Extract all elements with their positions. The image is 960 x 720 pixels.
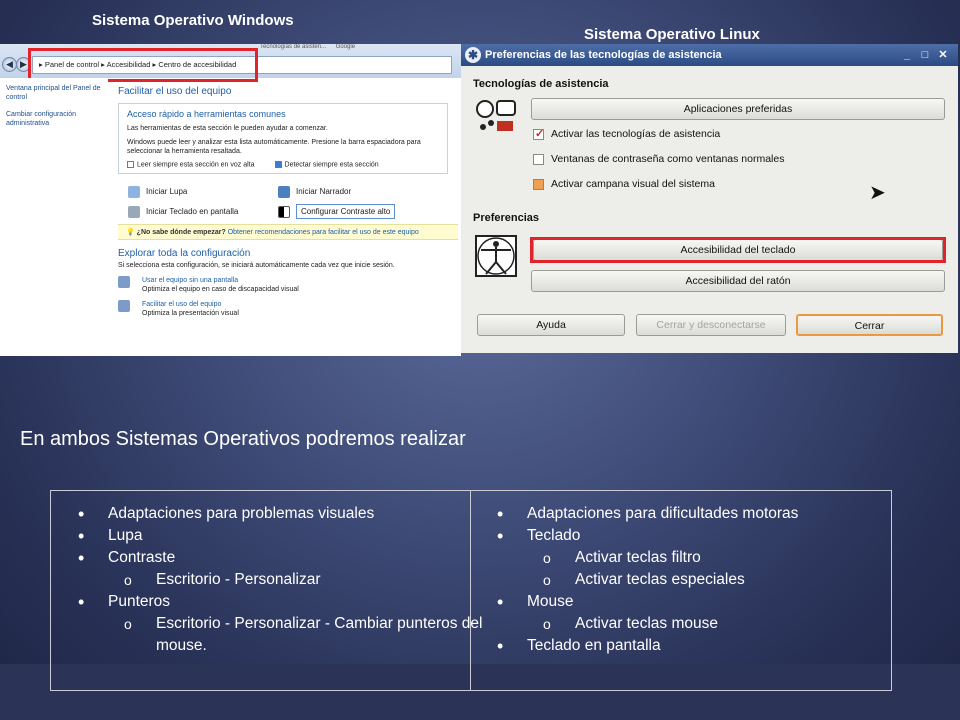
list-item: • Mouse o Activar teclas mouse (471, 591, 891, 635)
caption-windows: Sistema Operativo Windows (92, 12, 294, 29)
list-item: • Contraste o Escritorio - Personalizar (51, 547, 470, 591)
hint-bar: 💡 ¿No sabe dónde empezar? Obtener recome… (118, 224, 458, 241)
narrator-icon (278, 186, 290, 199)
sidebar-link-admin[interactable]: Cambiar configuración administrativa (6, 110, 102, 128)
window-title: Preferencias de las tecnologías de asist… (485, 49, 722, 61)
magnifier-icon (128, 186, 140, 199)
tab[interactable]: Google (336, 44, 355, 50)
highlight-frame (28, 48, 258, 82)
sub-item: o Activar teclas especiales (543, 571, 745, 588)
close-logout-button[interactable]: Cerrar y desconectarse (636, 314, 786, 336)
quick-access-text: Las herramientas de esta sección le pued… (127, 125, 328, 132)
windows-main: Facilitar el uso del equipo Acceso rápid… (110, 78, 461, 356)
windows-sidebar: Ventana principal del Panel de control C… (0, 78, 108, 356)
activate-checkbox[interactable]: Activar las tecnologías de asistencia (533, 127, 720, 140)
help-button[interactable]: Ayuda (477, 314, 625, 336)
narrator-link[interactable]: Iniciar Narrador (278, 186, 438, 199)
section-title: Preferencias (473, 212, 540, 224)
read-aloud-checkbox[interactable]: Leer siempre esta sección en voz alta (127, 161, 255, 168)
assistive-tech-icon (473, 99, 519, 139)
vitruvian-icon (473, 234, 519, 278)
sub-item: o Escritorio - Personalizar (124, 571, 321, 588)
sub-item: o Activar teclas filtro (543, 549, 701, 566)
linux-screenshot: ✱ Preferencias de las tecnologías de asi… (461, 44, 958, 353)
visual-bell-checkbox[interactable]: Activar campana visual del sistema (533, 178, 715, 190)
recommendations-link[interactable]: Obtener recomendaciones para facilitar e… (228, 229, 419, 236)
linux-titlebar: ✱ Preferencias de las tecnologías de asi… (461, 44, 958, 66)
checkbox-checked[interactable] (533, 127, 544, 140)
caption-linux: Sistema Operativo Linux (584, 26, 760, 43)
page-title: Facilitar el uso del equipo (118, 86, 232, 97)
close-icon[interactable]: ✕ (935, 47, 951, 63)
browser-tabs: Tecnologías de asisten... Google (260, 44, 460, 54)
visual-column: • Adaptaciones para problemas visuales • L… (51, 491, 482, 690)
list-item: • Teclado o Activar teclas filtro o Activar… (471, 525, 891, 591)
monitor-icon (118, 300, 130, 313)
windows-toolbar: Tecnologías de asisten... Google ◀ ▶ ▸ P… (0, 44, 461, 82)
preferred-apps-button[interactable]: Aplicaciones preferidas (531, 98, 945, 120)
list-item: • Teclado en pantalla (497, 636, 661, 656)
list-item: • Adaptaciones para dificultades motoras (497, 504, 799, 524)
back-arrow-icon[interactable]: ◀ (2, 57, 17, 72)
magnifier-link[interactable]: Iniciar Lupa (128, 186, 278, 199)
sidebar-link-home[interactable]: Ventana principal del Panel de control (6, 84, 102, 102)
explore-item[interactable]: Facilitar el uso del equipo Optimiza la p… (118, 300, 461, 318)
detect-checkbox[interactable]: Detectar siempre esta sección (274, 161, 379, 168)
features-table: • Adaptaciones para problemas visuales • L… (50, 490, 892, 691)
checkbox-unchecked[interactable] (533, 153, 544, 165)
quick-access-text: Windows puede leer y analizar esta lista… (127, 139, 421, 155)
high-contrast-link[interactable]: Configurar Contraste alto (278, 204, 438, 220)
tools-grid: Iniciar Lupa Iniciar Narrador Iniciar Te… (118, 178, 461, 224)
section-title: Tecnologías de asistencia (473, 78, 609, 90)
keyboard-icon (128, 206, 140, 219)
list-item: • Punteros o Escritorio - Personalizar - C… (51, 591, 482, 657)
cursor-arrow-icon: ➤ (869, 182, 886, 204)
contrast-icon (278, 206, 290, 219)
onscreen-keyboard-link[interactable]: Iniciar Teclado en pantalla (128, 206, 278, 219)
windows-screenshot: Tecnologías de asisten... Google ◀ ▶ ▸ P… (0, 44, 461, 356)
explore-item[interactable]: Usar el equipo sin una pantalla Optimiza … (118, 276, 461, 294)
list-item: • Adaptaciones para problemas visuales (78, 504, 375, 524)
accessibility-icon: ✱ (465, 47, 481, 63)
quick-access-box: Acceso rápido a herramientas comunes Las… (118, 103, 448, 175)
monitor-icon (118, 276, 130, 289)
motor-column: • Adaptaciones para dificultades motoras … (471, 491, 891, 690)
mouse-accessibility-button[interactable]: Accesibilidad del ratón (531, 270, 945, 292)
sub-item: o Escritorio - Personalizar - Cambiar pun… (124, 615, 483, 654)
checkbox-unchecked[interactable] (533, 178, 544, 190)
slide-heading: En ambos Sistemas Operativos podremos re… (20, 428, 466, 450)
tab[interactable]: Tecnologías de asisten... (260, 44, 326, 50)
quick-access-title: Acceso rápido a herramientas comunes (127, 109, 286, 119)
minimize-icon[interactable]: _ (899, 47, 915, 63)
highlight-frame (530, 237, 946, 263)
password-windows-checkbox[interactable]: Ventanas de contraseña como ventanas nor… (533, 153, 784, 165)
explore-title: Explorar toda la configuración (118, 248, 251, 260)
close-button[interactable]: Cerrar (796, 314, 943, 336)
maximize-icon[interactable]: □ (917, 47, 933, 63)
list-item: • Lupa (78, 526, 143, 546)
explore-text: Si selecciona esta configuración, se ini… (118, 262, 395, 270)
sub-item: o Activar teclas mouse (543, 615, 718, 632)
